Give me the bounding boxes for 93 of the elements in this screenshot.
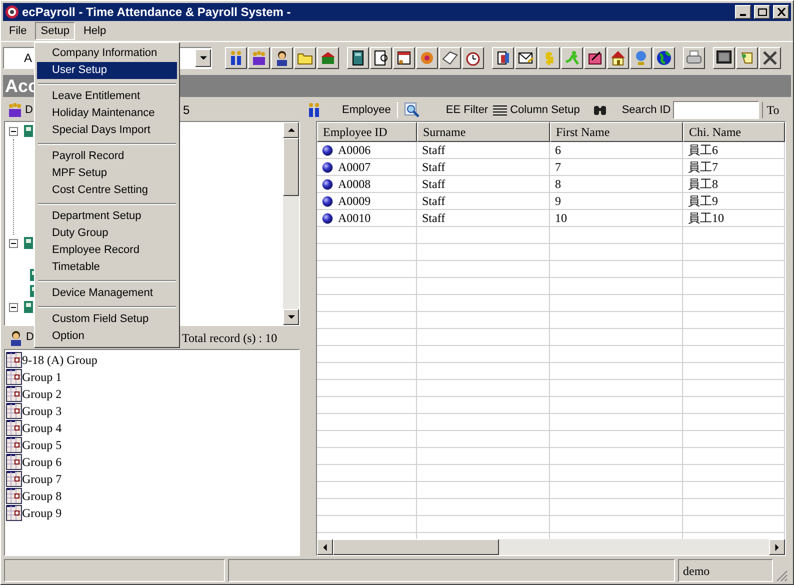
column-header[interactable]: Chi. Name bbox=[683, 122, 785, 142]
window-title: ecPayroll - Time Attendance & Payroll System - bbox=[22, 4, 291, 21]
folder-icon bbox=[24, 301, 33, 313]
employee-button[interactable]: Employee bbox=[338, 102, 395, 118]
menu-item[interactable]: Duty Group bbox=[37, 225, 177, 242]
list-item[interactable]: Group 4 bbox=[6, 419, 62, 436]
table-cell: 員工6 bbox=[688, 142, 718, 159]
table-cell: 6 bbox=[555, 142, 561, 159]
vertical-scrollbar[interactable] bbox=[283, 122, 299, 325]
table-cell-text: 7 bbox=[555, 159, 561, 176]
collapse-icon[interactable] bbox=[9, 126, 18, 136]
menu-item[interactable]: Option bbox=[37, 328, 177, 345]
folder-icon bbox=[24, 237, 33, 249]
collapse-icon[interactable] bbox=[9, 238, 18, 248]
search-field[interactable] bbox=[672, 101, 759, 119]
menu-item[interactable]: Special Days Import bbox=[37, 122, 177, 139]
list-item[interactable]: Group 2 bbox=[6, 385, 62, 402]
panel-label: D bbox=[25, 102, 33, 118]
menu-item[interactable]: File bbox=[3, 22, 33, 40]
up-arrow-icon[interactable] bbox=[288, 128, 294, 132]
menu-item[interactable]: MPF Setup bbox=[37, 165, 177, 182]
status-dot-icon bbox=[322, 196, 333, 206]
filter-button[interactable]: EE Filter bbox=[444, 102, 490, 118]
menu-item[interactable]: Holiday Maintenance bbox=[37, 105, 177, 122]
people-icon bbox=[306, 102, 322, 118]
column-header[interactable]: Employee ID bbox=[317, 122, 417, 142]
menu-item[interactable]: Company Information bbox=[37, 45, 177, 62]
menu-item[interactable]: User Setup bbox=[37, 62, 177, 79]
table-cell-text: 員工8 bbox=[688, 176, 718, 193]
horizontal-scrollbar[interactable] bbox=[317, 539, 785, 555]
table-cell: Staff bbox=[422, 142, 446, 159]
people-icon bbox=[7, 102, 23, 118]
table-cell-text: Staff bbox=[422, 176, 446, 193]
column-header[interactable]: First Name bbox=[550, 122, 683, 142]
menu-item[interactable]: Device Management bbox=[37, 285, 177, 302]
table-cell-text: A0007 bbox=[338, 159, 371, 176]
menu-item[interactable]: Timetable bbox=[37, 259, 177, 276]
table-cell-text: 員工10 bbox=[688, 210, 724, 227]
left-arrow-icon[interactable] bbox=[323, 544, 327, 550]
menu-item[interactable]: Leave Entitlement bbox=[37, 88, 177, 105]
down-arrow-icon[interactable] bbox=[288, 315, 294, 319]
list-item[interactable]: Group 6 bbox=[6, 453, 62, 470]
table-cell-text: Staff bbox=[422, 159, 446, 176]
maximize-button[interactable] bbox=[754, 5, 770, 19]
table-cell-text: 8 bbox=[555, 176, 561, 193]
table-cell-text: 員工7 bbox=[688, 159, 718, 176]
resize-grip-icon[interactable] bbox=[776, 570, 788, 582]
list-item[interactable]: 9-18 (A) Group bbox=[6, 351, 98, 368]
status-dot-icon bbox=[322, 178, 333, 190]
menu-item[interactable]: Payroll Record bbox=[37, 148, 177, 165]
table-cell-text: A0010 bbox=[338, 210, 371, 227]
menu-item[interactable]: Employee Record bbox=[37, 242, 177, 259]
app-icon bbox=[5, 5, 19, 19]
status-dot-icon bbox=[322, 212, 333, 224]
menu-item[interactable]: Department Setup bbox=[37, 208, 177, 225]
user-name: demo bbox=[683, 562, 710, 580]
panel-label: D bbox=[26, 330, 34, 346]
menu-item[interactable]: Help bbox=[77, 22, 112, 40]
menu-item[interactable]: Setup bbox=[34, 22, 76, 40]
table-cell-text: Staff bbox=[422, 210, 446, 227]
department-count: 5 bbox=[182, 102, 190, 119]
down-arrow-icon[interactable] bbox=[200, 56, 206, 60]
table-cell-text: Staff bbox=[422, 193, 446, 210]
search-label: Search ID bbox=[622, 102, 671, 118]
column-header[interactable]: Surname bbox=[417, 122, 550, 142]
list-item[interactable]: Group 3 bbox=[6, 402, 62, 419]
status-dot-icon bbox=[322, 144, 333, 156]
close-button[interactable] bbox=[773, 5, 789, 19]
table-cell-text: 員工9 bbox=[688, 193, 718, 210]
table-cell-text: A0008 bbox=[338, 176, 371, 193]
menu-item[interactable]: Custom Field Setup bbox=[37, 311, 177, 328]
maximize-icon[interactable] bbox=[758, 8, 766, 16]
status-dot-icon bbox=[322, 162, 333, 172]
table-cell: A0006 bbox=[338, 142, 371, 159]
list-item[interactable]: Group 1 bbox=[6, 368, 62, 385]
record-count: Total record (s) : 10 bbox=[182, 330, 278, 346]
list-item[interactable]: Group 9 bbox=[6, 504, 62, 521]
table-cell-text: A0009 bbox=[338, 193, 371, 210]
search-icon[interactable] bbox=[404, 102, 420, 118]
person-icon bbox=[8, 330, 24, 346]
menu-item[interactable]: Cost Centre Setting bbox=[37, 182, 177, 199]
collapse-icon[interactable] bbox=[9, 302, 18, 312]
minimize-button[interactable] bbox=[735, 5, 751, 19]
close-icon[interactable] bbox=[776, 8, 786, 16]
table-cell-text: 9 bbox=[555, 193, 561, 210]
table-cell-text: 10 bbox=[555, 210, 567, 227]
folder-icon bbox=[24, 125, 33, 137]
list-item[interactable]: Group 8 bbox=[6, 487, 62, 504]
list-item[interactable]: Group 7 bbox=[6, 470, 62, 487]
column-setup-button[interactable]: Column Setup bbox=[508, 102, 582, 118]
list-item[interactable]: Group 5 bbox=[6, 436, 62, 453]
right-arrow-icon[interactable] bbox=[775, 544, 779, 550]
to-label: To bbox=[766, 102, 780, 119]
